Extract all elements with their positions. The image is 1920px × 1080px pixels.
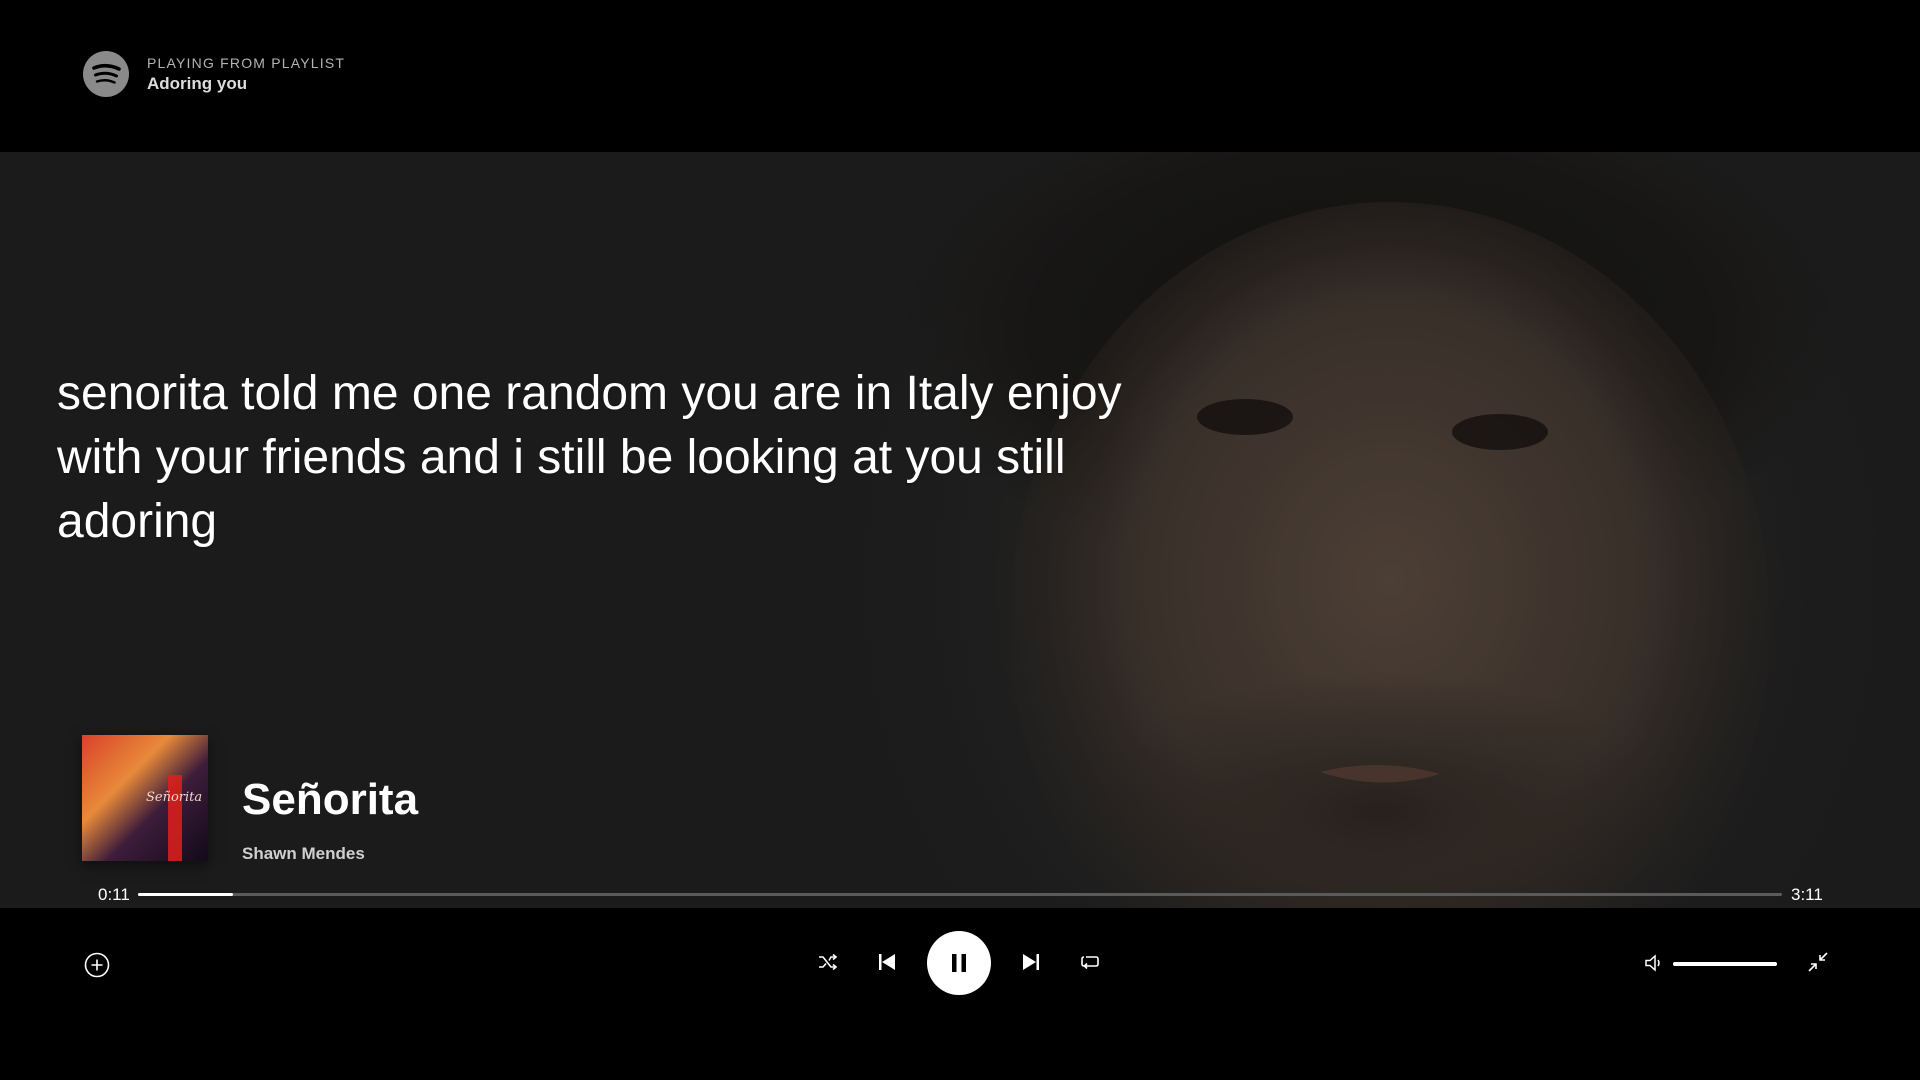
minimize-icon — [1808, 952, 1828, 972]
repeat-button[interactable] — [1078, 950, 1102, 974]
top-bar: PLAYING FROM PLAYLIST Adoring you — [0, 0, 1920, 152]
exit-fullscreen-button[interactable] — [1805, 949, 1831, 975]
volume-button[interactable] — [1642, 951, 1666, 975]
repeat-icon — [1081, 956, 1099, 970]
volume-icon — [1645, 954, 1660, 972]
shuffle-button[interactable] — [816, 950, 840, 974]
track-title[interactable]: Señorita — [242, 775, 418, 825]
spotify-logo-icon[interactable] — [83, 51, 129, 97]
next-button[interactable] — [1019, 950, 1043, 974]
progress-bar[interactable] — [138, 893, 1782, 896]
pause-icon — [952, 954, 966, 972]
playlist-name-link[interactable]: Adoring you — [147, 74, 247, 94]
elapsed-time: 0:11 — [98, 885, 130, 904]
track-artist[interactable]: Shawn Mendes — [242, 844, 365, 864]
volume-slider[interactable] — [1673, 962, 1777, 966]
now-playing-stage: senorita told me one random you are in I… — [0, 152, 1920, 908]
skip-back-icon — [879, 954, 895, 970]
progress-fill — [138, 893, 234, 896]
album-cover[interactable]: Señorita — [82, 735, 208, 861]
playing-from-label: PLAYING FROM PLAYLIST — [147, 55, 346, 71]
volume-fill — [1673, 962, 1777, 966]
shuffle-icon — [819, 953, 838, 971]
duration-time: 3:11 — [1791, 885, 1823, 904]
skip-forward-icon — [1023, 954, 1039, 970]
cover-title: Señorita — [146, 790, 202, 805]
plus-circle-icon — [84, 952, 110, 978]
playback-controls-bar — [0, 908, 1920, 1080]
pause-button[interactable] — [927, 931, 991, 995]
previous-button[interactable] — [875, 950, 899, 974]
add-to-library-button[interactable] — [82, 950, 112, 980]
lyrics-text: senorita told me one random you are in I… — [57, 367, 1122, 548]
